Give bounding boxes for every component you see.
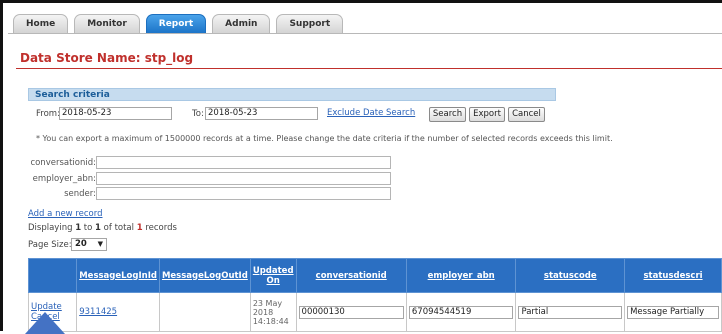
tab-report[interactable]: Report — [145, 14, 207, 33]
title-divider — [16, 68, 722, 69]
column-header-actions — [27, 258, 78, 293]
add-new-record-link[interactable]: Add a new record — [28, 209, 103, 219]
conversationid-edit-input[interactable]: 00000130 — [298, 305, 404, 319]
column-header-statusdescription[interactable]: statusdescri — [624, 258, 722, 293]
updated-on-cell: 23 May 2018 14:18:44 — [249, 292, 297, 332]
employer-abn-edit-input[interactable]: 67094544519 — [408, 305, 514, 319]
sender-label: sender: — [64, 189, 96, 199]
search-criteria-header: Search criteria — [28, 88, 556, 101]
page-size-label: Page Size: — [28, 240, 72, 250]
column-header-messagelogoutid[interactable]: MessageLogOutId — [158, 258, 251, 293]
chevron-down-icon: ▼ — [97, 240, 103, 248]
column-header-employer-abn[interactable]: employer_abn — [405, 258, 517, 293]
tab-home[interactable]: Home — [13, 14, 69, 33]
from-label: From: — [36, 109, 60, 119]
statusdescription-cell: Message Partially — [624, 292, 722, 332]
tab-admin[interactable]: Admin — [212, 14, 271, 33]
export-limit-note: * You can export a maximum of 1500000 re… — [36, 134, 613, 143]
employer-abn-cell: 67094544519 — [405, 292, 517, 332]
from-date-input[interactable]: 2018-05-23 — [59, 107, 172, 120]
table-header-row: MessageLogInId MessageLogOutId Updated O… — [27, 258, 722, 293]
page-title: Data Store Name: stp_log — [20, 51, 194, 65]
employer-abn-label: employer_abn: — [32, 174, 96, 184]
main-nav-tabs: Home Monitor Report Admin Support — [13, 14, 344, 33]
cancel-button[interactable]: Cancel — [508, 107, 545, 122]
conversationid-filter-input[interactable] — [96, 156, 391, 169]
exclude-date-search-link[interactable]: Exclude Date Search — [327, 108, 415, 118]
tab-monitor[interactable]: Monitor — [74, 14, 140, 33]
table-row: Update Cancel 9311425 23 May 2018 14:18:… — [27, 292, 722, 332]
update-row-link[interactable]: Update — [31, 302, 74, 312]
page-size-select[interactable]: 20 ▼ — [71, 238, 107, 251]
search-button[interactable]: Search — [429, 107, 466, 122]
messageloginid-cell: 9311425 — [76, 292, 160, 332]
column-header-statuscode[interactable]: statuscode — [515, 258, 626, 293]
statusdescription-edit-input[interactable]: Message Partially — [627, 305, 719, 319]
column-header-conversationid[interactable]: conversationid — [295, 258, 407, 293]
tab-support[interactable]: Support — [276, 14, 344, 33]
records-summary: Displaying 1 to 1 of total 1 records — [28, 223, 177, 233]
conversationid-cell: 00000130 — [295, 292, 407, 332]
messageloginid-link[interactable]: 9311425 — [79, 307, 157, 317]
window-top-border — [0, 0, 722, 3]
employer-abn-filter-input[interactable] — [96, 172, 391, 185]
column-header-updated-on[interactable]: Updated On — [249, 258, 297, 293]
conversationid-label: conversationid: — [30, 158, 96, 168]
to-date-input[interactable]: 2018-05-23 — [205, 107, 318, 120]
messagelogoutid-cell — [158, 292, 251, 332]
to-label: To: — [192, 109, 204, 119]
export-button[interactable]: Export — [469, 107, 505, 122]
statuscode-edit-input[interactable]: Partial — [518, 305, 623, 319]
column-header-messageloginid[interactable]: MessageLogInId — [76, 258, 160, 293]
tabs-divider — [8, 33, 722, 34]
statuscode-cell: Partial — [515, 292, 626, 332]
records-table: MessageLogInId MessageLogOutId Updated O… — [27, 258, 722, 332]
sender-filter-input[interactable] — [96, 187, 391, 200]
